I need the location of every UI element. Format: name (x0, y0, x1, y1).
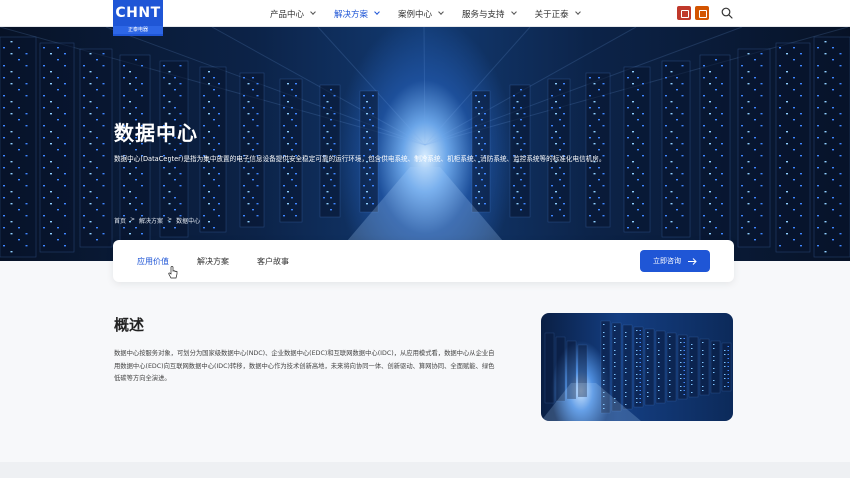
overview-title: 概述 (114, 316, 145, 334)
breadcrumb-solutions[interactable]: 解决方案 (139, 216, 163, 225)
consult-button-label: 立即咨询 (653, 257, 681, 265)
main-nav: 产品中心 解决方案 案例中心 服务与支持 关于正泰 (270, 0, 599, 27)
logo-subtext: 正泰电器 (113, 26, 163, 34)
app-icon[interactable] (695, 6, 709, 20)
hero-title: 数据中心 (114, 121, 198, 145)
nav-item-solutions[interactable]: 解决方案 (334, 0, 380, 27)
nav-item-cases[interactable]: 案例中心 (398, 0, 444, 27)
logo-text: CHNT (115, 5, 161, 21)
tab-customer-stories[interactable]: 客户故事 (257, 256, 289, 267)
hero-banner: 数据中心 数据中心(DataCenter)是指为集中放置的电子信息设备提供安全稳… (0, 27, 850, 261)
breadcrumb-separator: > (167, 216, 173, 223)
chevron-down-icon (374, 9, 380, 15)
nav-item-products[interactable]: 产品中心 (270, 0, 316, 27)
nav-item-service[interactable]: 服务与支持 (462, 0, 517, 27)
brand-logo[interactable]: CHNT 正泰电器 (113, 0, 163, 36)
hand-cursor-icon (168, 266, 178, 279)
consult-button[interactable]: 立即咨询 (640, 250, 710, 272)
next-section-strip (0, 462, 850, 478)
section-tabs: 应用价值 解决方案 客户故事 立即咨询 (113, 240, 734, 282)
mall-icon[interactable] (677, 6, 691, 20)
page: 产品中心 解决方案 案例中心 服务与支持 关于正泰 CHNT 正泰电器 数据中心… (0, 0, 850, 478)
breadcrumb-home[interactable]: 首页 (114, 216, 126, 225)
arrow-right-icon (688, 257, 697, 265)
hero-description: 数据中心(DataCenter)是指为集中放置的电子信息设备提供安全稳定可靠的运… (114, 155, 606, 163)
overview-image (541, 313, 733, 421)
tab-application-value[interactable]: 应用价值 (137, 256, 169, 267)
chevron-down-icon (510, 9, 517, 15)
tab-solutions[interactable]: 解决方案 (197, 256, 229, 267)
breadcrumb-current: 数据中心 (176, 218, 201, 225)
nav-label: 关于正泰 (534, 9, 569, 20)
server-aisle-illustration (541, 320, 732, 421)
chevron-down-icon (310, 9, 316, 15)
nav-label: 服务与支持 (462, 9, 505, 20)
nav-label: 解决方案 (334, 9, 369, 20)
overview-text: 数据中心按服务对象，可划分为国家级数据中心(NDC)、企业数据中心(EDC)和互… (114, 350, 495, 382)
nav-item-about[interactable]: 关于正泰 (534, 0, 581, 27)
chevron-down-icon (438, 9, 444, 15)
nav-label: 案例中心 (398, 9, 433, 20)
search-icon[interactable] (721, 7, 733, 19)
breadcrumb-separator: > (130, 216, 136, 223)
chevron-down-icon (574, 9, 581, 15)
nav-label: 产品中心 (270, 9, 305, 20)
breadcrumb: 首页 > 解决方案 > 数据中心 (114, 216, 200, 225)
